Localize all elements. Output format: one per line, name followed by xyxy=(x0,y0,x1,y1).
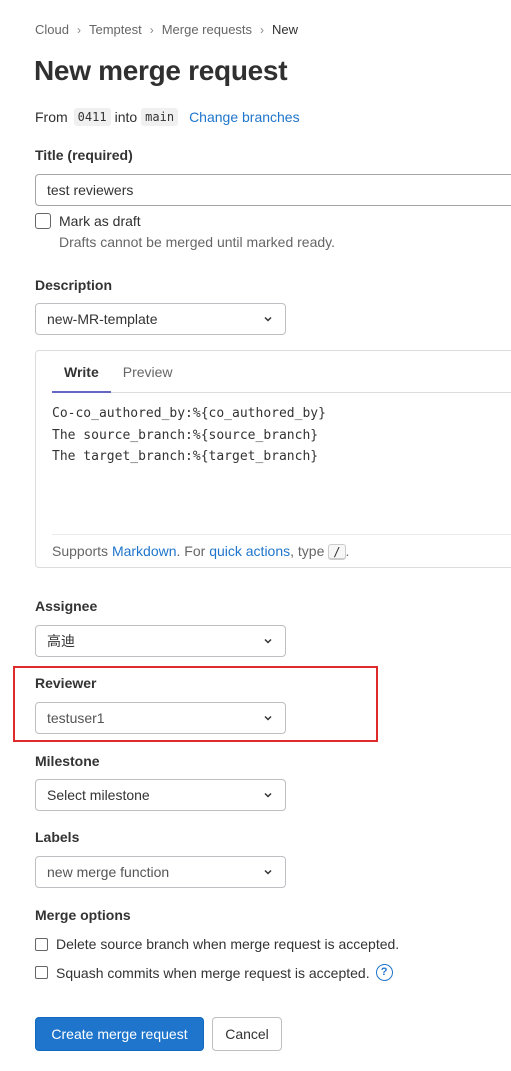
title-input[interactable]: test reviewers xyxy=(35,174,511,206)
description-textarea[interactable]: Co-co_authored_by:%{co_authored_by} The … xyxy=(52,403,511,533)
chevron-down-icon xyxy=(264,316,272,322)
draft-help-text: Drafts cannot be merged until marked rea… xyxy=(59,234,335,250)
chevron-right-icon: › xyxy=(76,22,81,37)
footer-text: Supports xyxy=(52,543,112,559)
branch-info: From 0411 into main Change branches xyxy=(35,108,300,126)
squash-checkbox[interactable] xyxy=(35,966,48,979)
template-dropdown[interactable]: new-MR-template xyxy=(35,303,286,335)
chevron-right-icon: › xyxy=(260,22,265,37)
chevron-right-icon: › xyxy=(149,22,154,37)
editor-footer: Supports Markdown. For quick actions, ty… xyxy=(52,534,511,568)
delete-source-checkbox[interactable] xyxy=(35,937,48,951)
labels-label: Labels xyxy=(35,829,80,845)
from-label: From xyxy=(35,109,68,125)
question-circle-icon[interactable]: ? xyxy=(375,964,393,981)
change-branches-link[interactable]: Change branches xyxy=(189,109,300,125)
assignee-label: Assignee xyxy=(35,598,98,614)
delete-source-label[interactable]: Delete source branch when merge request … xyxy=(56,936,399,952)
breadcrumb: Cloud › Temptest › Merge requests › New xyxy=(35,22,298,37)
reviewer-value: testuser1 xyxy=(47,710,105,726)
page-title: New merge request xyxy=(34,55,288,86)
footer-text: . xyxy=(345,543,350,559)
reviewer-dropdown[interactable]: testuser1 xyxy=(35,702,286,734)
chevron-down-icon xyxy=(264,715,272,721)
quick-actions-link[interactable]: quick actions xyxy=(209,543,290,559)
labels-dropdown[interactable]: new merge function xyxy=(35,856,286,888)
draft-checkbox[interactable] xyxy=(35,213,51,229)
slash-kbd: / xyxy=(328,544,346,560)
assignee-value: 高迪 xyxy=(47,633,75,649)
cancel-button[interactable]: Cancel xyxy=(212,1017,282,1051)
delete-source-row: Delete source branch when merge request … xyxy=(35,936,399,952)
title-label: Title (required) xyxy=(35,147,133,163)
squash-label[interactable]: Squash commits when merge request is acc… xyxy=(56,965,370,981)
merge-options-label: Merge options xyxy=(35,907,131,923)
target-branch: main xyxy=(141,108,179,126)
milestone-label: Milestone xyxy=(35,753,100,769)
source-branch: 0411 xyxy=(73,108,111,126)
chevron-down-icon xyxy=(264,638,272,644)
breadcrumb-merge-requests[interactable]: Merge requests xyxy=(162,22,252,37)
tab-write[interactable]: Write xyxy=(52,351,111,393)
squash-row: Squash commits when merge request is acc… xyxy=(35,964,393,981)
description-label: Description xyxy=(35,277,113,293)
markdown-link[interactable]: Markdown xyxy=(112,543,177,559)
footer-text: . For xyxy=(176,543,210,559)
chevron-down-icon xyxy=(264,792,272,798)
footer-text: , type xyxy=(290,543,329,559)
draft-checkbox-row: Mark as draft xyxy=(35,213,141,229)
tab-preview[interactable]: Preview xyxy=(123,351,173,393)
labels-value: new merge function xyxy=(47,864,170,880)
chevron-down-icon xyxy=(264,869,272,875)
draft-label[interactable]: Mark as draft xyxy=(59,213,141,229)
assignee-dropdown[interactable]: 高迪 xyxy=(35,625,286,657)
breadcrumb-cloud[interactable]: Cloud xyxy=(35,22,69,37)
create-merge-request-button[interactable]: Create merge request xyxy=(35,1017,204,1051)
editor-tabs: Write Preview xyxy=(52,351,511,393)
template-value: new-MR-template xyxy=(47,311,158,327)
breadcrumb-temptest[interactable]: Temptest xyxy=(89,22,142,37)
milestone-value: Select milestone xyxy=(47,787,150,803)
into-label: into xyxy=(114,109,138,125)
breadcrumb-new: New xyxy=(272,22,299,37)
markdown-editor: Write Preview Co-co_authored_by:%{co_aut… xyxy=(35,350,511,568)
reviewer-label: Reviewer xyxy=(35,675,97,691)
milestone-dropdown[interactable]: Select milestone xyxy=(35,779,286,811)
